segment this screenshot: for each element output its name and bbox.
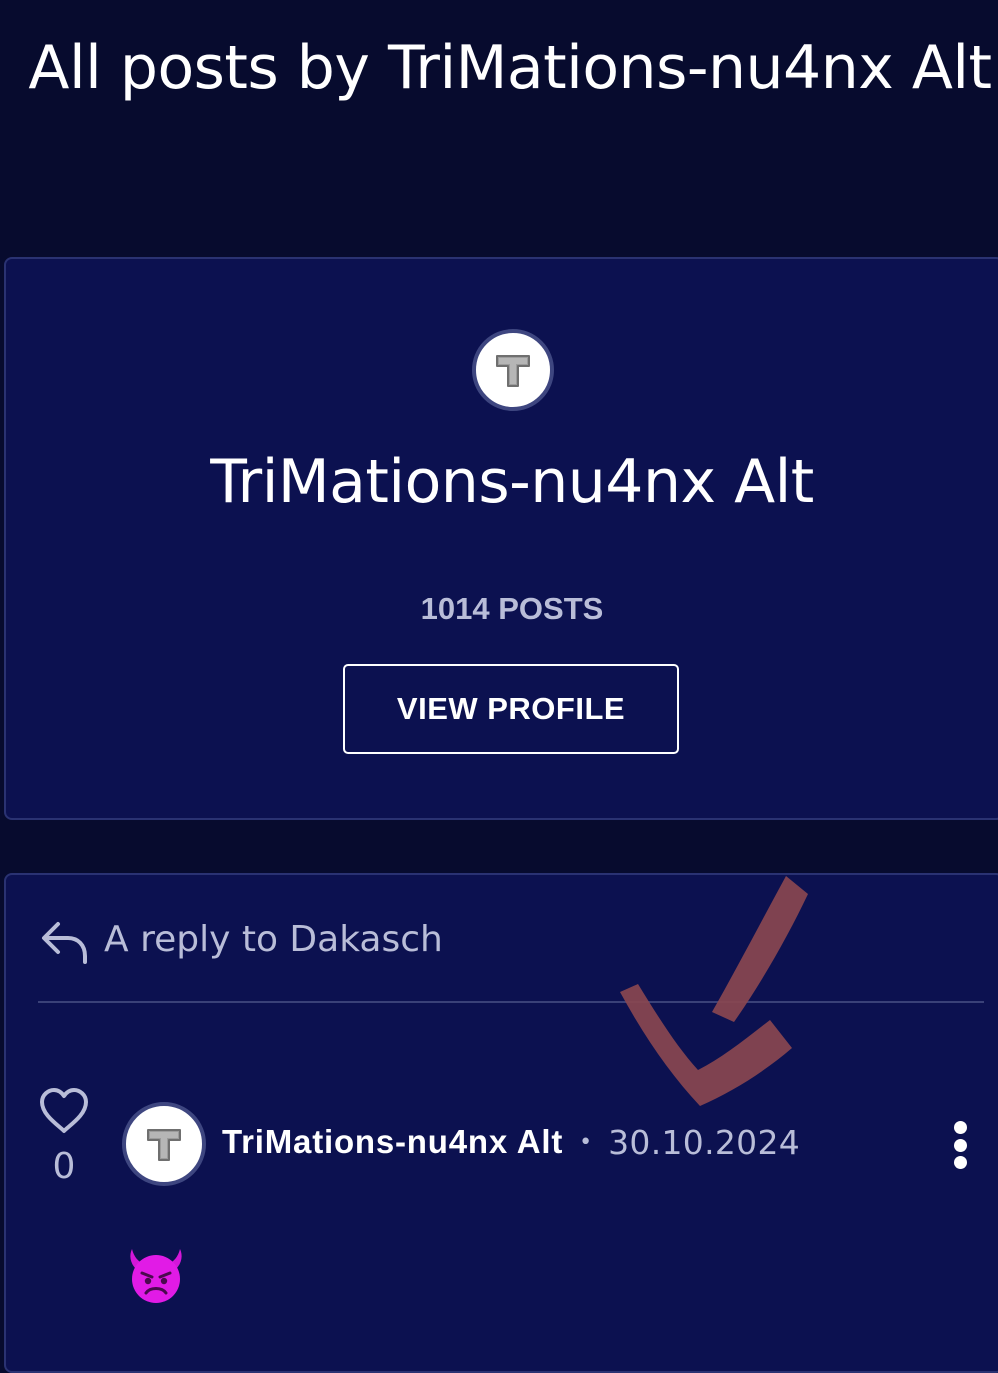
separator-dot: •: [579, 1129, 593, 1155]
t-letter-icon: [496, 355, 530, 387]
reply-arrow-icon: [38, 914, 90, 966]
t-letter-icon: [147, 1129, 181, 1161]
reply-to-text: A reply to Dakasch: [104, 919, 443, 960]
page-title: All posts by TriMations-nu4nx Alt: [28, 33, 992, 103]
heart-icon: [40, 1088, 88, 1133]
profile-card: TriMations-nu4nx Alt 1014 POSTS VIEW PRO…: [4, 257, 998, 820]
profile-name: TriMations-nu4nx Alt: [210, 447, 814, 517]
post-date[interactable]: 30.10.2024: [608, 1123, 800, 1162]
post-card: A reply to Dakasch 0 TriMations-nu4nx Al…: [4, 873, 998, 1373]
smiling-devil-emoji-icon: [130, 1249, 182, 1303]
dot-icon: [953, 1121, 967, 1134]
post-meta: TriMations-nu4nx Alt • 30.10.2024: [222, 1117, 800, 1167]
avatar[interactable]: [472, 329, 554, 411]
post-author-avatar[interactable]: [122, 1102, 206, 1186]
like-count: 0: [52, 1146, 76, 1187]
more-options-button[interactable]: [940, 1115, 980, 1175]
divider: [38, 1001, 984, 1003]
dot-icon: [953, 1138, 967, 1152]
view-profile-button[interactable]: VIEW PROFILE: [343, 664, 679, 754]
post-content: [124, 1243, 188, 1307]
reply-link[interactable]: A reply to Dakasch: [38, 911, 443, 969]
post-author-link[interactable]: TriMations-nu4nx Alt: [222, 1123, 563, 1161]
like-button[interactable]: [36, 1085, 92, 1137]
dot-icon: [953, 1156, 967, 1169]
post-count: 1014 POSTS: [420, 591, 604, 626]
